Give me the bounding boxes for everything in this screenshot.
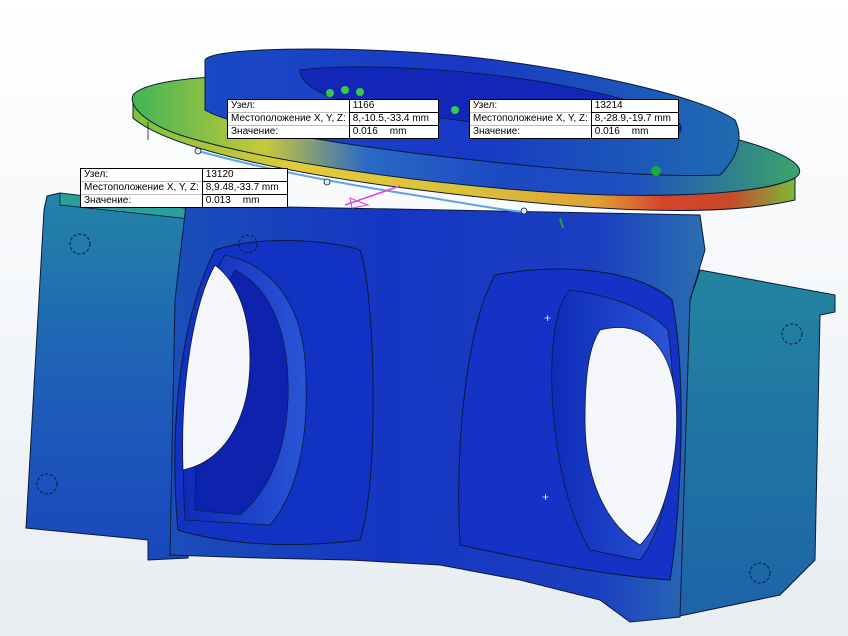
location-value: 8,-28.9,-19.7 mm bbox=[590, 112, 678, 126]
probe-point-2[interactable] bbox=[323, 178, 331, 186]
probe-point-1[interactable] bbox=[194, 147, 202, 155]
value-label: Значение: bbox=[470, 125, 592, 138]
result-value: 0.013 bbox=[205, 195, 231, 206]
probe-result-box[interactable]: Узел: 1166 Местоположение X, Y, Z: 8,-10… bbox=[227, 99, 439, 139]
result-unit: mm bbox=[631, 126, 649, 137]
value-label: Значение: bbox=[228, 125, 350, 138]
value-label: Значение: bbox=[81, 194, 203, 207]
node-value: 13214 bbox=[590, 100, 678, 113]
result-value-cell: 0.016 mm bbox=[348, 125, 438, 138]
node-value: 1166 bbox=[348, 100, 438, 113]
result-unit: mm bbox=[389, 126, 407, 137]
mesh-point-marker: + bbox=[544, 311, 551, 325]
probe-result-box[interactable]: Узел: 13120 Местоположение X, Y, Z: 8,9.… bbox=[80, 168, 288, 208]
location-value: 8,-10.5,-33.4 mm bbox=[348, 112, 438, 126]
node-label: Узел: bbox=[84, 169, 109, 180]
location-label: Местоположение X, Y, Z: bbox=[470, 112, 592, 126]
result-value: 0.016 bbox=[352, 126, 378, 137]
location-label: Местоположение X, Y, Z: bbox=[228, 112, 350, 126]
fea-model-viewport[interactable]: + + bbox=[0, 0, 848, 636]
node-label: Узел: bbox=[473, 100, 498, 111]
result-value-cell: 0.016 mm bbox=[590, 125, 678, 138]
probe-result-box[interactable]: Узел: 13214 Местоположение X, Y, Z: 8,-2… bbox=[469, 99, 679, 139]
result-unit: mm bbox=[242, 195, 260, 206]
main-body: + + bbox=[169, 204, 706, 623]
result-value: 0.016 bbox=[594, 126, 620, 137]
location-label: Местоположение X, Y, Z: bbox=[81, 181, 203, 195]
mesh-point-marker: + bbox=[542, 490, 549, 504]
node-value: 13120 bbox=[201, 169, 287, 182]
result-value-cell: 0.013 mm bbox=[201, 194, 287, 207]
probe-point-3[interactable] bbox=[520, 207, 528, 215]
node-label: Узел: bbox=[231, 100, 256, 111]
location-value: 8,9.48,-33.7 mm bbox=[201, 181, 287, 195]
